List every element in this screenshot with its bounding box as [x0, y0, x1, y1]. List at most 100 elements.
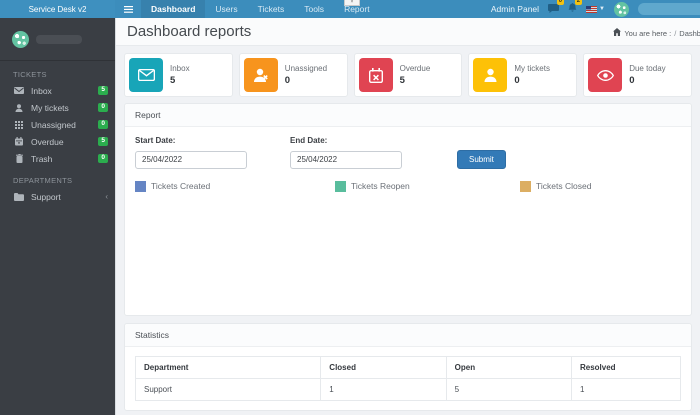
hamburger-icon [123, 5, 133, 13]
nav-item-dashboard[interactable]: Dashboard [141, 0, 206, 18]
card-unassigned[interactable]: Unassigned 0 [238, 53, 348, 97]
overdue-count-badge: 5 [98, 136, 108, 147]
inbox-count-badge: 5 [98, 85, 108, 96]
cell-department: Support [134, 378, 322, 401]
calendar-icon [13, 137, 25, 146]
table-row: Support 1 5 1 [134, 378, 682, 401]
folder-icon [13, 192, 25, 201]
sidebar: TICKETS Inbox 5 My tickets 0 Unassigned … [0, 18, 115, 415]
statistics-table: Department Closed Open Resolved Support … [134, 356, 682, 401]
unassigned-count-badge: 0 [98, 119, 108, 130]
breadcrumb: You are here : / Dashboard [613, 28, 700, 38]
sidebar-item-support[interactable]: Support ‹ [0, 188, 115, 205]
sidebar-avatar [12, 31, 29, 48]
card-inbox[interactable]: Inbox 5 [124, 53, 233, 97]
report-panel: Report Start Date: End Date: Submit Ti [124, 103, 692, 316]
card-value: 0 [514, 75, 520, 86]
end-date-label: End Date: [290, 136, 328, 145]
envelope-icon [129, 58, 163, 92]
submit-button[interactable]: Submit [457, 149, 506, 169]
sidebar-item-label: Inbox [31, 85, 52, 96]
main-content: Dashboard reports You are here : / Dashb… [115, 18, 700, 415]
sidebar-item-label: Trash [31, 153, 53, 164]
nav-item-users[interactable]: Users [205, 0, 247, 18]
card-my-tickets[interactable]: My tickets 0 [468, 53, 578, 97]
breadcrumb-current[interactable]: Dashboard [679, 29, 700, 38]
sidebar-item-label: Support [31, 191, 61, 202]
notifications-count-badge: 2 [574, 0, 583, 5]
legend-swatch-closed [520, 180, 531, 192]
table-header-row: Department Closed Open Resolved [134, 356, 682, 379]
summary-cards-row: Inbox 5 Unassigned 0 Overdue 5 My ticket… [116, 46, 700, 103]
legend-tickets-closed: Tickets Closed [520, 180, 592, 192]
sidebar-profile[interactable] [0, 18, 115, 61]
brand-title[interactable]: Service Desk v2 [0, 0, 115, 18]
sidebar-section-tickets: TICKETS [13, 70, 47, 79]
trash-icon [13, 154, 25, 163]
user-avatar[interactable] [614, 1, 629, 17]
legend-swatch-reopen [335, 180, 346, 192]
card-overdue[interactable]: Overdue 5 [353, 53, 463, 97]
legend-label: Tickets Created [151, 181, 211, 191]
sidebar-item-my-tickets[interactable]: My tickets 0 [0, 99, 115, 116]
column-header-department: Department [134, 356, 322, 379]
report-panel-title: Report [125, 104, 691, 127]
user-x-icon [243, 58, 278, 92]
main-menu: Dashboard Users Tickets Tools Report [115, 0, 380, 18]
grid-icon [13, 120, 25, 129]
card-label: My tickets [514, 64, 550, 73]
popup-close-button[interactable]: × [344, 0, 360, 6]
card-label: Unassigned [284, 64, 328, 73]
breadcrumb-separator: / [674, 28, 677, 38]
language-selector[interactable]: ▼ [586, 0, 605, 18]
sidebar-item-overdue[interactable]: Overdue 5 [0, 133, 115, 150]
card-label: Due today [629, 64, 666, 73]
my-tickets-count-badge: 0 [98, 102, 108, 113]
card-label: Overdue [399, 64, 431, 73]
cell-open: 5 [445, 378, 572, 401]
end-date-input[interactable] [290, 150, 402, 169]
column-header-closed: Closed [320, 356, 447, 379]
chart-legend: Tickets Created Tickets Reopen Tickets C… [135, 180, 681, 192]
home-icon [613, 28, 622, 38]
user-icon [473, 58, 508, 92]
us-flag-icon [586, 0, 598, 18]
sidebar-section-departments: DEPARTMENTS [13, 176, 73, 185]
messages-button[interactable]: 0 [548, 0, 565, 18]
chevron-left-icon: ‹ [105, 192, 108, 201]
card-value: 0 [629, 75, 635, 86]
calendar-x-icon [358, 58, 393, 92]
card-value: 0 [284, 75, 291, 86]
start-date-input[interactable] [135, 150, 247, 169]
sidebar-item-inbox[interactable]: Inbox 5 [0, 82, 115, 99]
statistics-panel-title: Statistics [125, 324, 691, 347]
report-chart-area [135, 192, 681, 312]
legend-tickets-created: Tickets Created [135, 180, 335, 192]
legend-swatch-created [135, 180, 146, 192]
messages-count-badge: 0 [556, 0, 565, 5]
card-value: 5 [399, 75, 405, 86]
cell-closed: 1 [320, 378, 447, 401]
cell-resolved: 1 [570, 378, 682, 401]
nav-item-tickets[interactable]: Tickets [248, 0, 295, 18]
sidebar-item-label: My tickets [31, 102, 69, 113]
card-value: 5 [170, 75, 176, 86]
notifications-button[interactable]: 2 [568, 0, 583, 18]
nav-item-tools[interactable]: Tools [294, 0, 334, 18]
admin-panel-label: Admin Panel [490, 4, 540, 14]
sidebar-toggle-button[interactable] [115, 0, 141, 18]
content-header: Dashboard reports You are here : / Dashb… [116, 18, 700, 46]
card-label: Inbox [170, 64, 190, 73]
sidebar-item-unassigned[interactable]: Unassigned 0 [0, 116, 115, 133]
username-redacted [638, 3, 700, 15]
sidebar-item-label: Overdue [31, 136, 64, 147]
legend-label: Tickets Closed [536, 181, 592, 191]
sidebar-item-label: Unassigned [31, 119, 76, 130]
legend-label: Tickets Reopen [351, 181, 410, 191]
eye-icon [588, 58, 623, 92]
column-header-resolved: Resolved [570, 356, 682, 379]
breadcrumb-label: You are here : [624, 28, 672, 38]
card-due-today[interactable]: Due today 0 [583, 53, 692, 97]
sidebar-item-trash[interactable]: Trash 0 [0, 150, 115, 167]
start-date-label: Start Date: [135, 136, 176, 145]
